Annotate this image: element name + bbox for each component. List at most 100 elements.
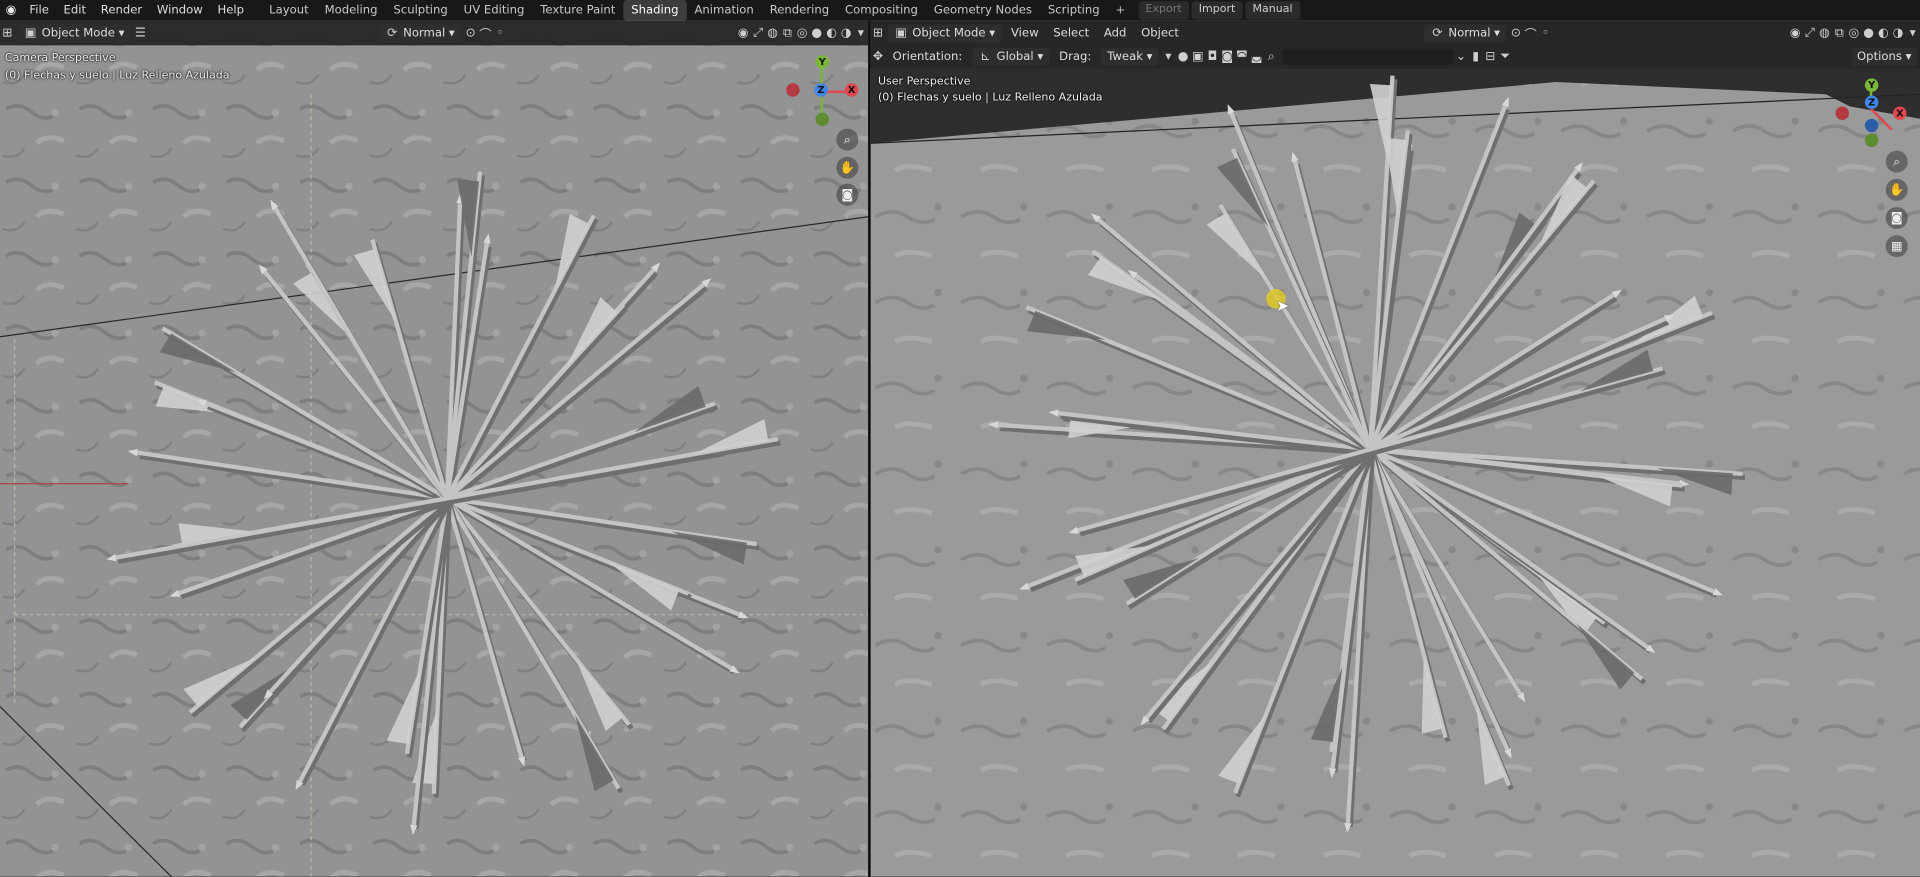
menu-render[interactable]: Render — [93, 0, 149, 21]
tab-rendering[interactable]: Rendering — [762, 0, 837, 21]
tab-scripting[interactable]: Scripting — [1040, 0, 1108, 21]
right-overlay-toggle-icon[interactable]: ◍ — [1817, 26, 1832, 39]
manual-button[interactable]: Manual — [1245, 1, 1300, 20]
tab-animation[interactable]: Animation — [687, 0, 762, 21]
left-viewport[interactable]: ⊞ ▣ Object Mode ▾ ☰ ⟳ Normal ▾ ⊙ ⌒ ◦ ◉ ⤢ ◍… — [0, 20, 869, 877]
editor-type-icon[interactable]: ⊞ — [0, 26, 15, 39]
import-button[interactable]: Import — [1191, 1, 1243, 20]
right-snap-icon[interactable]: ⌒ — [1523, 24, 1538, 42]
layout-icon[interactable]: ⊟ — [1483, 50, 1498, 63]
camera-view-icon[interactable]: ◙ — [836, 183, 859, 206]
right-wireframe-shading-icon[interactable]: ◎ — [1847, 26, 1862, 39]
bookmark-icon[interactable]: ▮ — [1468, 50, 1483, 63]
left-transform-selector[interactable]: ⟳ Normal ▾ — [378, 23, 461, 43]
menu-object[interactable]: Object — [1141, 26, 1179, 39]
pivot-icon[interactable]: ⊙ — [463, 26, 478, 39]
tab-shading[interactable]: Shading — [623, 0, 687, 21]
blender-logo-icon[interactable]: ◉ — [0, 4, 22, 17]
gizmo-toggle-icon[interactable]: ⤢ — [751, 26, 766, 39]
gizmo-x-axis[interactable]: X — [844, 83, 859, 97]
snap-icon[interactable]: ⌒ — [478, 24, 493, 42]
color-picker-icon[interactable]: ● — [1176, 50, 1191, 63]
tab-layout[interactable]: Layout — [261, 0, 316, 21]
right-material-shading-icon[interactable]: ◐ — [1876, 26, 1891, 39]
select-mode-2-icon[interactable]: ◙ — [1220, 50, 1235, 63]
visibility-icon[interactable]: ◉ — [736, 26, 751, 39]
menu-help[interactable]: Help — [210, 0, 251, 21]
export-button[interactable]: Export — [1138, 1, 1189, 20]
gizmo-neg-y-axis[interactable] — [815, 112, 829, 127]
right-rendered-shading-icon[interactable]: ◑ — [1891, 26, 1906, 39]
orientation-selector[interactable]: ⊾ Global ▾ — [972, 47, 1050, 67]
gizmo-neg-x-axis[interactable] — [786, 83, 800, 97]
drag-selector[interactable]: Tweak ▾ — [1101, 47, 1159, 67]
shading-dropdown-icon[interactable]: ▾ — [853, 26, 868, 39]
solid-shading-icon[interactable]: ● — [809, 26, 824, 39]
right-gizmo-y-axis[interactable]: Y — [1864, 78, 1879, 92]
search-input[interactable] — [1282, 48, 1454, 65]
right-editor-type-icon[interactable]: ⊞ — [871, 26, 886, 39]
filter-icon[interactable]: ⏷ — [1498, 50, 1513, 63]
right-pivot-icon[interactable]: ⊙ — [1509, 26, 1524, 39]
options-button[interactable]: Options ▾ — [1850, 47, 1918, 67]
select-mode-3-icon[interactable]: ◚ — [1235, 50, 1250, 63]
gizmo-z-axis[interactable]: Z — [814, 83, 828, 97]
select-mode-4-icon[interactable]: ◛ — [1249, 50, 1264, 63]
material-shading-icon[interactable]: ◐ — [824, 26, 839, 39]
search-dropdown-icon[interactable]: ⌄ — [1454, 50, 1469, 63]
right-visibility-icon[interactable]: ◉ — [1788, 26, 1803, 39]
tab-compositing[interactable]: Compositing — [837, 0, 926, 21]
right-xray-icon[interactable]: ⧉ — [1832, 26, 1847, 39]
right-proportional-edit-icon[interactable]: ◦ — [1538, 26, 1553, 39]
right-mode-selector[interactable]: ▣ Object Mode ▾ — [887, 23, 1002, 43]
left-mode-label: Object Mode — [41, 26, 115, 40]
left-collection-label: (0) Flechas y suelo | Luz Relleno Azulad… — [4, 69, 230, 83]
rendered-shading-icon[interactable]: ◑ — [839, 26, 854, 39]
hamburger-menu-icon[interactable]: ☰ — [133, 26, 148, 39]
tab-modeling[interactable]: Modeling — [317, 0, 386, 21]
right-camera-view-icon[interactable]: ◙ — [1885, 206, 1908, 229]
tab-geometry-nodes[interactable]: Geometry Nodes — [926, 0, 1040, 21]
right-gizmo-toggle-icon[interactable]: ⤢ — [1802, 26, 1817, 39]
move-tool-icon[interactable]: ✥ — [871, 50, 886, 63]
pan-hand-icon[interactable]: ✋ — [836, 156, 859, 179]
collapse-icon[interactable]: ▾ — [1161, 50, 1176, 63]
left-scene — [0, 20, 869, 877]
right-viewport[interactable]: ⊞ ▣ Object Mode ▾ View Select Add Object … — [870, 20, 1920, 877]
right-viewport-header: ⊞ ▣ Object Mode ▾ View Select Add Object … — [870, 20, 1920, 46]
menu-select[interactable]: Select — [1053, 26, 1089, 39]
right-perspective-toggle-icon[interactable]: ▦ — [1885, 235, 1908, 258]
add-workspace-icon[interactable]: + — [1108, 0, 1134, 21]
right-transform-label: Normal — [1448, 26, 1491, 40]
right-gizmo-neg-y-axis[interactable] — [1864, 133, 1879, 147]
menu-file[interactable]: File — [22, 0, 56, 21]
menu-window[interactable]: Window — [150, 0, 211, 21]
menu-add[interactable]: Add — [1104, 26, 1127, 39]
search-icon: ⌕ — [1267, 50, 1275, 64]
mouse-cursor-icon: ➤ — [1275, 297, 1290, 316]
right-pan-hand-icon[interactable]: ✋ — [1885, 178, 1908, 201]
zoom-icon[interactable]: ⌕ — [836, 128, 859, 151]
right-solid-shading-icon[interactable]: ● — [1861, 26, 1876, 39]
right-zoom-icon[interactable]: ⌕ — [1885, 150, 1908, 173]
tab-uv-editing[interactable]: UV Editing — [456, 0, 533, 21]
tab-sculpting[interactable]: Sculpting — [385, 0, 455, 21]
wireframe-shading-icon[interactable]: ◎ — [795, 26, 810, 39]
tab-texture-paint[interactable]: Texture Paint — [532, 0, 623, 21]
right-gizmo-neg-x-axis[interactable] — [1835, 106, 1849, 121]
xray-icon[interactable]: ⧉ — [780, 26, 795, 39]
gizmo-y-axis[interactable]: Y — [815, 55, 829, 69]
menu-edit[interactable]: Edit — [56, 0, 93, 21]
menu-view[interactable]: View — [1011, 26, 1039, 39]
left-mode-selector[interactable]: ▣ Object Mode ▾ — [17, 23, 131, 43]
proportional-edit-icon[interactable]: ◦ — [493, 26, 508, 39]
overlay-toggle-icon[interactable]: ◍ — [765, 26, 780, 39]
right-gizmo-x-axis[interactable]: X — [1893, 106, 1907, 121]
right-gizmo-z-axis[interactable]: Z — [1864, 95, 1879, 109]
select-box-icon[interactable]: ▣ — [1190, 50, 1205, 63]
left-viewport-header: ⊞ ▣ Object Mode ▾ ☰ ⟳ Normal ▾ ⊙ ⌒ ◦ ◉ ⤢ ◍… — [0, 20, 869, 46]
select-mode-1-icon[interactable]: ◘ — [1205, 50, 1220, 63]
right-transform-selector[interactable]: ⟳ Normal ▾ — [1423, 23, 1507, 43]
right-gizmo-neg-z-axis[interactable] — [1864, 118, 1879, 133]
right-shading-dropdown-icon[interactable]: ▾ — [1905, 26, 1920, 39]
